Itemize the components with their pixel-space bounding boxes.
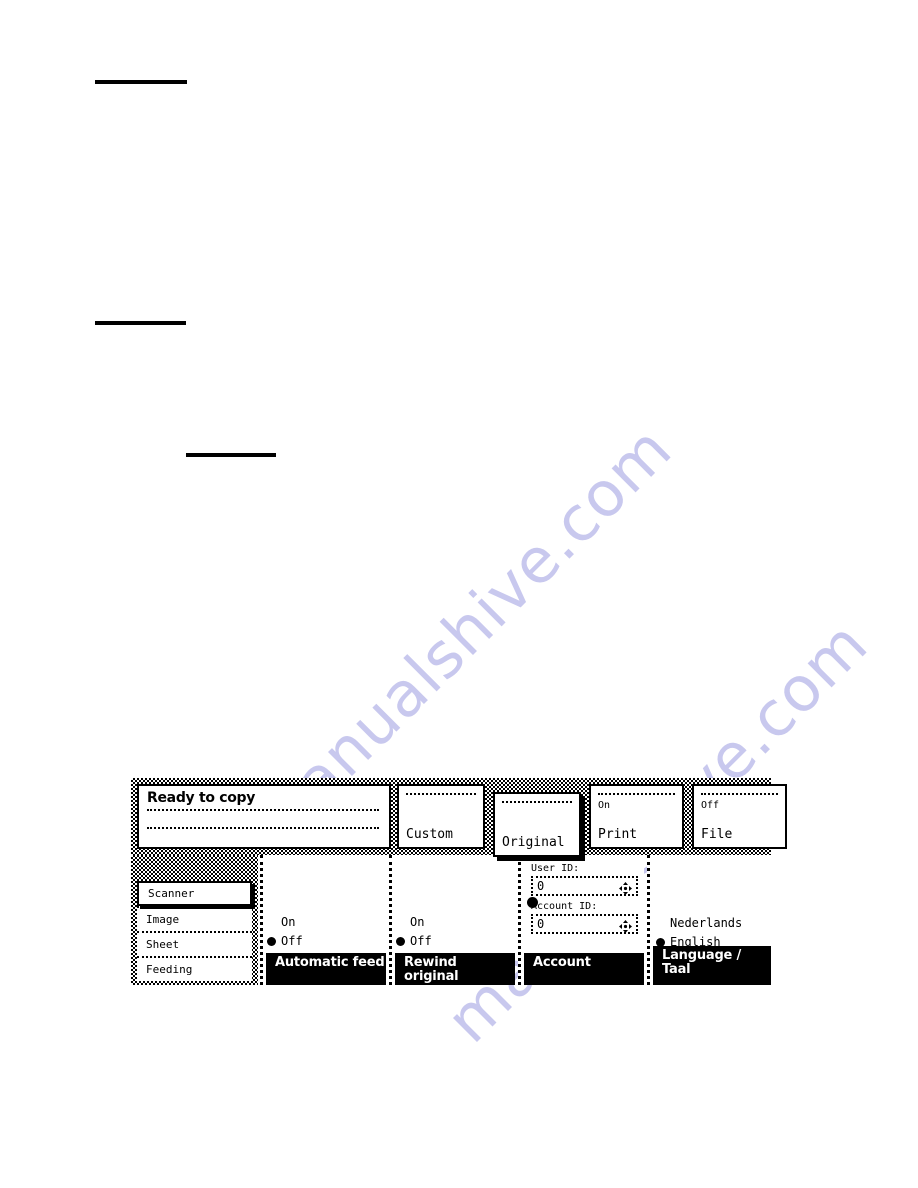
column-rewind-original: On Off Rewind original — [389, 855, 515, 985]
heading-rule-top — [95, 80, 187, 84]
radio-bullet-icon — [267, 918, 276, 927]
rewind-original-option-on-label: On — [410, 915, 425, 929]
heading-rule-middle — [95, 321, 186, 325]
radio-bullet-icon — [396, 918, 405, 927]
status-divider — [147, 827, 379, 829]
radio-bullet-selected-icon — [396, 937, 405, 946]
status-message: Ready to copy — [147, 790, 256, 806]
heading-rule-lower — [186, 453, 276, 457]
tile-top-divider — [502, 801, 572, 803]
mode-tile-file-label: File — [701, 827, 733, 842]
sidebar-item-sheet[interactable]: Sheet — [137, 931, 252, 956]
automatic-feed-option-on[interactable]: On — [267, 913, 303, 932]
account-id-value: 0 — [537, 917, 545, 931]
column-account: User ID: 0 Account ID: 0 Account — [518, 855, 664, 985]
copier-control-panel: Ready to copy Custom Original On Print O… — [131, 778, 787, 985]
automatic-feed-button[interactable]: Automatic feed — [266, 953, 386, 985]
language-option-nederlands[interactable]: Nederlands — [656, 914, 742, 933]
column-automatic-feed: On Off Automatic feed — [260, 855, 386, 985]
mode-tile-print-sublabel: On — [598, 800, 611, 811]
mode-tile-file[interactable]: Off File — [692, 784, 787, 849]
sidebar-item-image[interactable]: Image — [137, 906, 252, 931]
sidebar-item-feeding[interactable]: Feeding — [137, 956, 252, 981]
status-divider — [147, 809, 379, 811]
mode-tile-original-label: Original — [502, 835, 565, 850]
account-button[interactable]: Account — [524, 953, 644, 985]
radio-bullet-selected-icon — [527, 897, 538, 908]
column-language: Nederlands English Language / Taal — [647, 855, 771, 985]
account-id-field[interactable]: 0 — [531, 914, 638, 934]
radio-bullet-icon — [656, 919, 665, 928]
rewind-original-option-off-label: Off — [410, 934, 432, 948]
automatic-feed-options: On Off — [267, 913, 303, 951]
mode-tile-custom[interactable]: Custom — [397, 784, 485, 849]
status-display: Ready to copy — [137, 784, 391, 849]
account-fields: User ID: 0 Account ID: 0 — [527, 863, 664, 951]
mode-tile-print-label: Print — [598, 827, 638, 842]
automatic-feed-option-on-label: On — [281, 915, 296, 929]
account-id-label: Account ID: — [531, 901, 598, 912]
radio-bullet-selected-icon — [267, 937, 276, 946]
user-id-label: User ID: — [531, 863, 580, 874]
category-tab-list: Scanner Image Sheet Feeding — [137, 881, 252, 981]
rewind-original-options: On Off — [396, 913, 432, 951]
tile-top-divider — [406, 793, 476, 795]
user-id-value: 0 — [537, 879, 545, 893]
panel-top-region: Ready to copy Custom Original On Print O… — [131, 778, 787, 857]
sidebar-item-scanner[interactable]: Scanner — [137, 881, 252, 906]
four-way-arrow-icon[interactable] — [619, 918, 632, 933]
mode-tile-file-sublabel: Off — [701, 800, 720, 811]
automatic-feed-option-off[interactable]: Off — [267, 932, 303, 951]
mode-tile-custom-label: Custom — [406, 827, 453, 842]
tile-top-divider — [701, 793, 778, 795]
language-button[interactable]: Language / Taal — [653, 946, 771, 985]
tile-top-divider — [598, 793, 675, 795]
automatic-feed-option-off-label: Off — [281, 934, 303, 948]
panel-bottom-region: Scanner Image Sheet Feeding On Off Autom… — [131, 855, 771, 985]
category-sidebar: Scanner Image Sheet Feeding — [131, 855, 258, 985]
rewind-original-button[interactable]: Rewind original — [395, 953, 515, 985]
four-way-arrow-icon[interactable] — [619, 880, 632, 895]
language-option-nederlands-label: Nederlands — [670, 916, 743, 930]
mode-tile-original[interactable]: Original — [493, 792, 581, 857]
user-id-field[interactable]: 0 — [531, 876, 638, 896]
rewind-original-option-on[interactable]: On — [396, 913, 432, 932]
mode-tile-print[interactable]: On Print — [589, 784, 684, 849]
rewind-original-option-off[interactable]: Off — [396, 932, 432, 951]
